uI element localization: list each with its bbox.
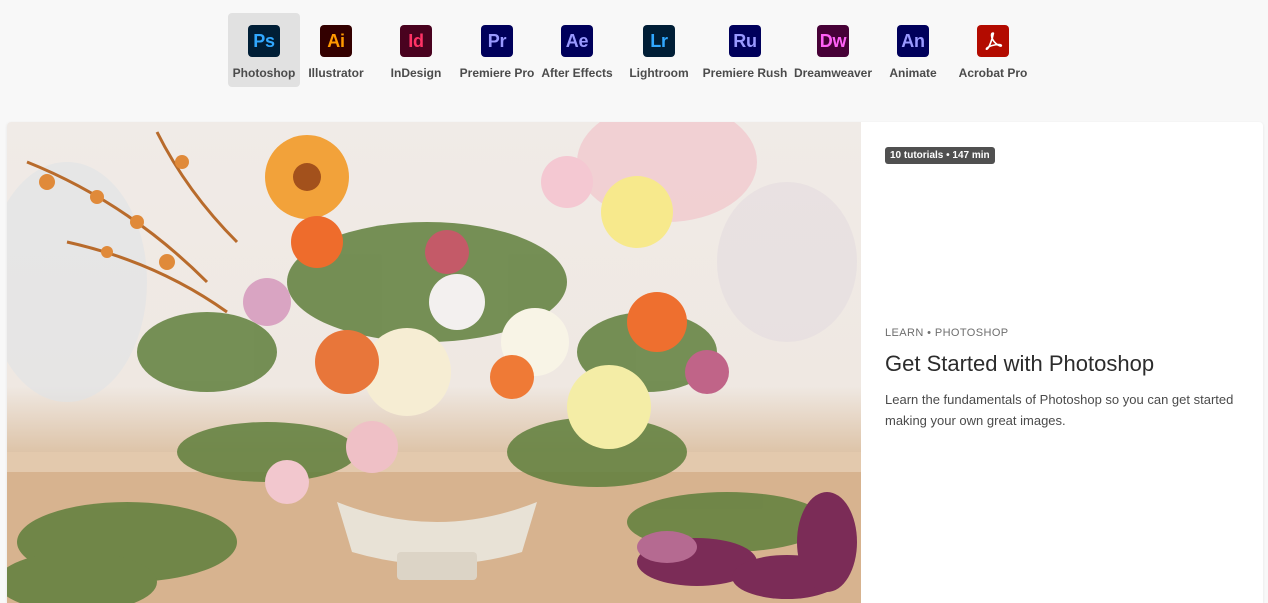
app-tab-after-effects[interactable]: Ae After Effects xyxy=(534,13,620,87)
dreamweaver-icon: Dw xyxy=(817,25,849,57)
premiere-rush-icon: Ru xyxy=(729,25,761,57)
course-info: 10 tutorials • 147 min LEARN • PHOTOSHOP… xyxy=(861,122,1263,603)
app-tab-label: Photoshop xyxy=(232,66,296,80)
photoshop-icon: Ps xyxy=(248,25,280,57)
app-tab-label: Premiere Rush xyxy=(702,66,788,80)
illustrator-icon: Ai xyxy=(320,25,352,57)
app-tab-indesign[interactable]: Id InDesign xyxy=(372,13,460,87)
app-tab-label: Dreamweaver xyxy=(793,66,873,80)
animate-icon: An xyxy=(897,25,929,57)
flower-arrangement-photo xyxy=(7,122,861,603)
app-switcher: Ps Photoshop Ai Illustrator Id InDesign Pr Prem… xyxy=(228,13,1034,87)
app-tab-label: Animate xyxy=(889,66,937,80)
premiere-pro-icon: Pr xyxy=(481,25,513,57)
course-category: LEARN • PHOTOSHOP xyxy=(885,327,1009,339)
indesign-icon: Id xyxy=(400,25,432,57)
app-tab-premiere-pro[interactable]: Pr Premiere Pro xyxy=(460,13,534,87)
app-tab-acrobat-pro[interactable]: Acrobat Pro xyxy=(952,13,1034,87)
app-tab-photoshop[interactable]: Ps Photoshop xyxy=(228,13,300,87)
after-effects-icon: Ae xyxy=(561,25,593,57)
app-tab-dreamweaver[interactable]: Dw Dreamweaver xyxy=(792,13,874,87)
lightroom-icon: Lr xyxy=(643,25,675,57)
app-tab-label: Premiere Pro xyxy=(459,66,535,80)
app-tab-label: InDesign xyxy=(390,66,442,80)
course-description: Learn the fundamentals of Photoshop so y… xyxy=(885,392,1234,428)
acrobat-logo-glyph xyxy=(985,32,1003,51)
featured-course-card[interactable]: 10 tutorials • 147 min LEARN • PHOTOSHOP… xyxy=(7,122,1263,603)
acrobat-pro-icon xyxy=(977,25,1009,57)
tutorial-count-badge: 10 tutorials • 147 min xyxy=(885,147,995,164)
app-tab-lightroom[interactable]: Lr Lightroom xyxy=(620,13,698,87)
app-tab-label: Acrobat Pro xyxy=(958,66,1028,80)
app-tab-label: Illustrator xyxy=(308,66,364,80)
app-tab-illustrator[interactable]: Ai Illustrator xyxy=(300,13,372,87)
app-tab-label: Lightroom xyxy=(629,66,689,80)
app-tab-premiere-rush[interactable]: Ru Premiere Rush xyxy=(698,13,792,87)
app-tab-label: After Effects xyxy=(541,66,613,80)
course-title[interactable]: Get Started with Photoshop xyxy=(885,351,1154,377)
app-tab-animate[interactable]: An Animate xyxy=(874,13,952,87)
